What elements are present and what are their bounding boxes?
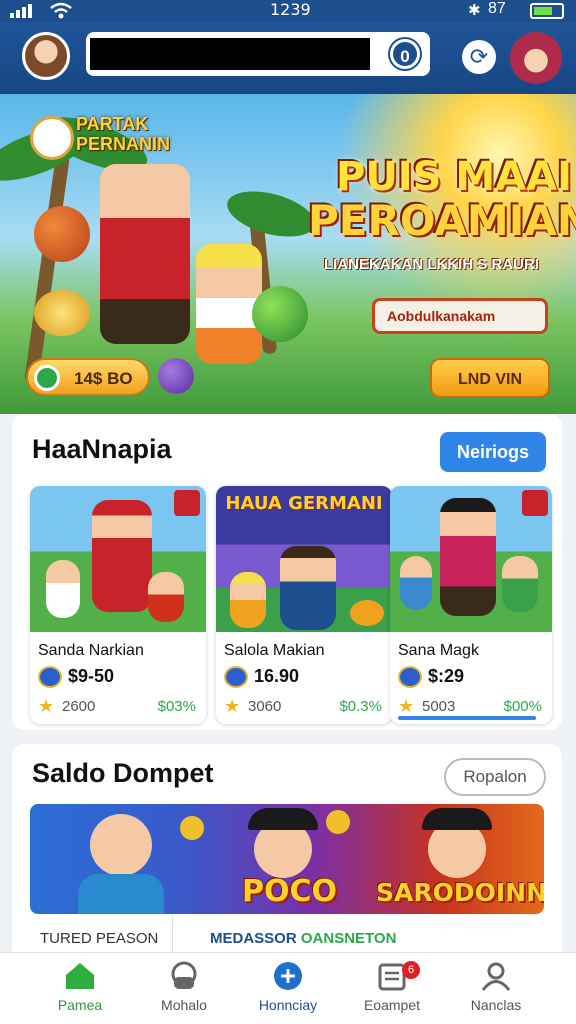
game-count: 5003	[422, 698, 456, 715]
nav-label: Eoampet	[363, 997, 421, 1013]
game-price: $:29	[428, 666, 465, 686]
game-thumbnail: HAUA GERMANI	[216, 486, 392, 632]
games-section: HaaNnapia Neiriogs Sanda Narkian $9-50 ★…	[12, 414, 562, 730]
nav-item-profile[interactable]: Nanclas	[446, 961, 546, 1013]
clock: 1239	[270, 0, 311, 19]
nav-item-home[interactable]: Pamea	[30, 961, 130, 1013]
wallet-badge: 6	[402, 961, 420, 979]
notification-badge[interactable]: 0	[390, 39, 420, 69]
progress-bar	[398, 716, 536, 720]
hero-stamp-text: PARTAK PERNANIN	[76, 114, 171, 154]
character-boy	[100, 164, 190, 344]
coin-icon	[326, 810, 350, 834]
games-see-all-button[interactable]: Neiriogs	[440, 432, 546, 472]
wallet-action-button[interactable]: Ropalon	[444, 758, 546, 796]
coin-stack-icon	[34, 290, 90, 336]
profile-avatar[interactable]	[510, 32, 562, 84]
logo-badge	[30, 116, 74, 160]
palm-tree-decoration	[24, 154, 70, 384]
star-icon: ★	[398, 696, 415, 716]
bluetooth-icon: ✱	[468, 2, 481, 19]
hero-subtitle: LIANEKAKAN LKKIH S RAURI	[324, 256, 539, 273]
game-name: Sana Magk	[398, 642, 479, 659]
character-face	[90, 814, 152, 876]
game-thumbnail	[390, 486, 552, 632]
plus-circle-icon	[274, 962, 302, 990]
game-percent: $0.3%	[339, 698, 382, 715]
coins-label: 14$ BO	[74, 369, 133, 388]
status-bar: 1239 ✱ 87	[0, 0, 576, 22]
wallet-label-right: MEDASSOR OANSNETON	[210, 930, 396, 947]
wallet-label-left: TURED PEASON	[40, 930, 159, 947]
wifi-icon	[50, 2, 72, 19]
game-thumbnail	[30, 486, 206, 632]
basketball-icon	[34, 206, 90, 262]
wallet-label-right-1: MEDASSOR	[210, 930, 297, 947]
thumb-overlay-text: HAUA GERMANI	[225, 493, 383, 514]
app-header: 0 ⟳	[0, 22, 576, 94]
nav-label: Nanclas	[470, 997, 522, 1013]
leaf-decoration	[222, 183, 320, 245]
nav-item-games[interactable]: Mohalo	[134, 961, 234, 1013]
wallet-banner[interactable]: POCO SARODOINNH	[30, 804, 544, 914]
game-card[interactable]: Sana Magk $:29 ★ 5003 $00%	[390, 486, 552, 724]
game-badge-icon	[522, 490, 548, 516]
nav-label: Honnciay	[258, 997, 318, 1013]
bottom-nav: Pamea Mohalo Honnciay 6 Eoampet Nanclas	[0, 952, 576, 1024]
game-percent: $00%	[503, 698, 542, 715]
home-icon	[66, 963, 94, 989]
game-name: Salola Makian	[224, 642, 325, 659]
star-icon: ★	[38, 696, 55, 716]
wallet-section-title: Saldo Dompet	[32, 758, 214, 788]
purple-ball-icon	[158, 358, 194, 394]
price-icon	[38, 666, 62, 688]
games-section-title: HaaNnapia	[32, 434, 172, 464]
game-price: $9-50	[68, 666, 115, 686]
game-name: Sanda Narkian	[38, 642, 144, 659]
banner-text-2: SARODOINNH	[376, 878, 544, 907]
wallet-section: Saldo Dompet Ropalon POCO SARODOINNH TUR…	[12, 744, 562, 964]
wallet-label-right-2: OANSNETON	[300, 930, 397, 947]
game-percent: $03%	[157, 698, 196, 715]
coin-icon	[180, 816, 204, 840]
divider	[172, 916, 173, 956]
banner-text-1: POCO	[242, 874, 338, 909]
game-card[interactable]: HAUA GERMANI Salola Makian 16.90 ★ 3060 …	[216, 486, 392, 724]
coins-balance-pill[interactable]: 14$ BO	[26, 358, 150, 396]
character-kid	[196, 244, 262, 364]
refresh-icon[interactable]: ⟳	[462, 40, 496, 74]
hero-title-line1: PUIS MAAI	[336, 154, 573, 200]
star-icon: ★	[224, 696, 241, 716]
search-input-redacted[interactable]	[90, 38, 370, 70]
hero-cta-button[interactable]: LND VIN	[430, 358, 550, 398]
hero-banner[interactable]: PARTAK PERNANIN PUIS MAAI PEROAMIAN LIAN…	[0, 94, 576, 414]
hero-title-line2: PEROAMIAN	[308, 196, 576, 245]
nav-label: Pamea	[57, 997, 103, 1013]
game-controller-icon	[171, 961, 197, 989]
game-price: 16.90	[254, 666, 300, 686]
nav-label: Mohalo	[161, 997, 207, 1013]
game-count: 3060	[248, 698, 282, 715]
green-ball-icon	[252, 286, 308, 342]
game-count: 2600	[62, 698, 96, 715]
nav-item-wallet[interactable]: 6 Eoampet	[342, 961, 442, 1013]
user-avatar[interactable]	[22, 32, 70, 80]
nav-item-add[interactable]: Honnciay	[238, 961, 338, 1013]
promo-button[interactable]: Aobdulkanakam	[372, 298, 548, 334]
game-badge-icon	[174, 490, 200, 516]
signal-icon	[10, 4, 32, 18]
battery-percent: 87	[488, 0, 506, 17]
battery-icon	[530, 3, 564, 19]
price-icon	[224, 666, 248, 688]
coin-icon	[350, 600, 384, 626]
search-bar[interactable]: 0	[86, 32, 430, 76]
game-card[interactable]: Sanda Narkian $9-50 ★ 2600 $03%	[30, 486, 206, 724]
price-icon	[398, 666, 422, 688]
coin-icon	[34, 365, 60, 391]
profile-icon	[481, 962, 511, 991]
